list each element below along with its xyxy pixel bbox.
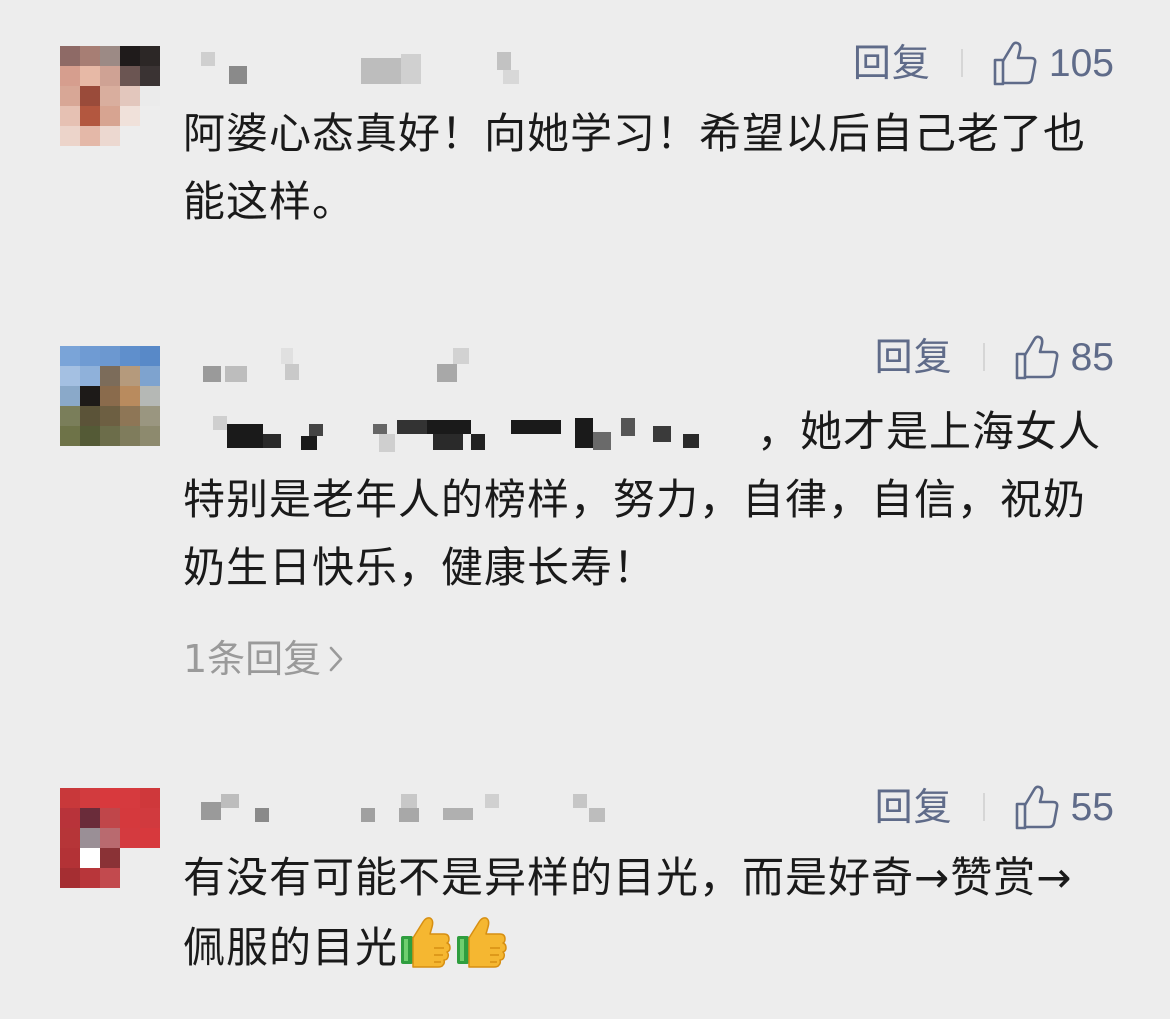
reply-button[interactable]: 回复 xyxy=(853,44,931,82)
comment-actions: 回复 55 xyxy=(875,782,1114,832)
nickname-mosaic[interactable] xyxy=(185,788,645,832)
nickname-mosaic[interactable] xyxy=(185,346,505,390)
pixelated-avatar-icon xyxy=(60,788,160,888)
comment-text: 有没有可能不是异样的目光，而是好奇→赞赏→佩服的目光 xyxy=(183,844,1103,982)
like-button[interactable]: 85 xyxy=(1013,333,1114,381)
divider xyxy=(960,49,963,77)
like-button[interactable]: 55 xyxy=(1013,783,1114,831)
thumbs-up-outline-icon xyxy=(1015,785,1059,830)
comment-text: 阿婆心态真好！向她学习！希望以后自己老了也能这样。 xyxy=(183,109,1087,226)
thumbs-up-outline-icon xyxy=(1015,335,1059,380)
divider xyxy=(982,793,985,821)
thumbs-up-outline-icon xyxy=(993,41,1037,86)
reply-button[interactable]: 回复 xyxy=(875,788,953,826)
divider xyxy=(982,343,985,371)
like-count: 55 xyxy=(1070,785,1114,829)
comment-actions: 回复 85 xyxy=(875,332,1114,382)
avatar[interactable] xyxy=(60,46,160,146)
pixelated-avatar-icon xyxy=(60,346,160,446)
nickname-mosaic[interactable] xyxy=(185,48,545,92)
thumbs-up-emoji-icon xyxy=(398,912,454,968)
view-replies-link[interactable]: 1条回复 xyxy=(183,640,345,678)
reply-button[interactable]: 回复 xyxy=(875,338,953,376)
mosaic-redacted-text xyxy=(183,410,753,460)
like-button[interactable]: 105 xyxy=(991,39,1114,87)
comment-text-body: 有没有可能不是异样的目光，而是好奇→赞赏→佩服的目光 xyxy=(183,853,1073,972)
thumbs-up-emoji-icon xyxy=(454,912,510,968)
chevron-right-icon xyxy=(329,646,343,672)
pixelated-avatar-icon xyxy=(60,46,160,146)
avatar[interactable] xyxy=(60,788,160,888)
comment-actions: 回复 105 xyxy=(853,38,1114,88)
like-count: 85 xyxy=(1070,335,1114,379)
like-count: 105 xyxy=(1048,41,1114,85)
replies-count-label: 1条回复 xyxy=(183,637,322,681)
comment-text: ，她才是上海女人特别是老年人的榜样，努力，自律，自信，祝奶奶生日快乐，健康长寿！ xyxy=(183,398,1103,602)
avatar[interactable] xyxy=(60,346,160,446)
